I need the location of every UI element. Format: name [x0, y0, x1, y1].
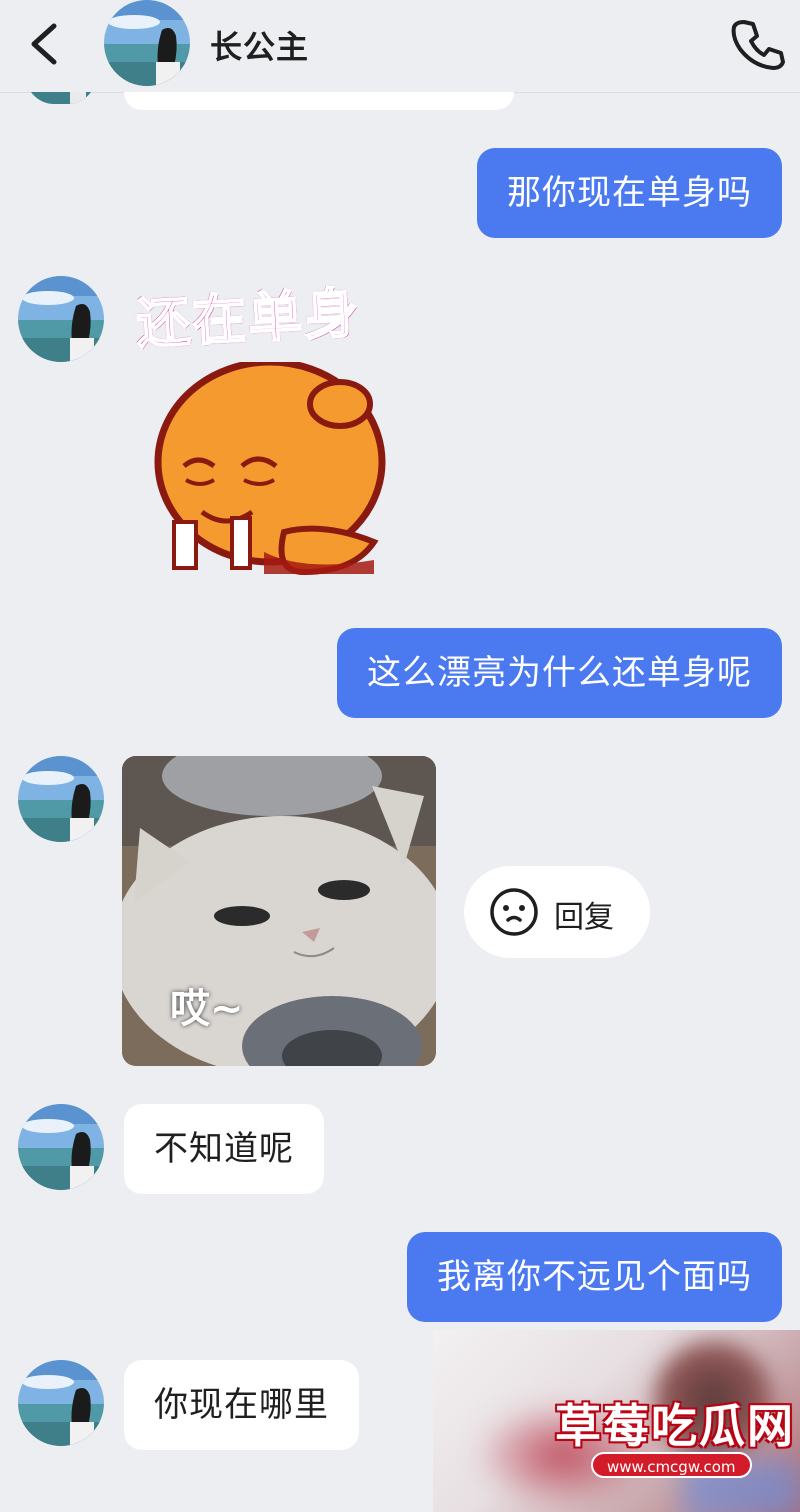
phone-icon	[731, 20, 785, 70]
message-text: 这么漂亮为什么还单身呢	[367, 653, 752, 693]
incoming-message-bubble[interactable]: 你现在哪里	[124, 1360, 359, 1450]
message-text: 不知道呢	[154, 1129, 294, 1169]
cat-meme-image[interactable]: 哎~	[122, 756, 436, 1066]
sticker-message[interactable]: 还在单身	[130, 270, 430, 590]
message-text: 你现在哪里	[154, 1385, 329, 1425]
call-button[interactable]	[730, 14, 788, 72]
sticker-caption: 还在单身	[134, 280, 363, 357]
contact-avatar[interactable]	[18, 276, 104, 362]
watermark-url: www.cmcgw.com	[591, 1452, 752, 1478]
image-caption: 哎~	[170, 986, 244, 1032]
outgoing-message-bubble[interactable]: 这么漂亮为什么还单身呢	[337, 628, 782, 718]
chat-screen: 长公主 那你现在单身吗 还在单身 这么漂亮为什么还单身呢 哎~ 回复 不知道呢 …	[0, 0, 800, 1512]
back-button[interactable]	[18, 14, 74, 74]
reply-label: 回复	[554, 900, 614, 935]
contact-avatar[interactable]	[18, 1104, 104, 1190]
contact-avatar[interactable]	[18, 756, 104, 842]
chat-header: 长公主	[0, 0, 800, 92]
contact-avatar[interactable]	[18, 1360, 104, 1446]
chevron-left-icon	[31, 23, 57, 65]
outgoing-message-bubble[interactable]: 那你现在单身吗	[477, 148, 782, 238]
orange-face-sticker-image	[154, 362, 386, 576]
blurred-thumbnail: 草莓吃瓜网 www.cmcgw.com	[433, 1330, 800, 1512]
watermark-logo-text: 草莓吃瓜网	[555, 1399, 795, 1453]
message-text: 那你现在单身吗	[507, 173, 752, 213]
message-text: 我离你不远见个面吗	[437, 1257, 752, 1297]
quick-reply-button[interactable]: 回复	[464, 866, 650, 958]
smiley-face-icon	[490, 888, 538, 936]
incoming-message-bubble[interactable]: 不知道呢	[124, 1104, 324, 1194]
outgoing-message-bubble[interactable]: 我离你不远见个面吗	[407, 1232, 782, 1322]
contact-avatar[interactable]	[104, 0, 190, 86]
contact-name[interactable]: 长公主	[210, 22, 309, 68]
